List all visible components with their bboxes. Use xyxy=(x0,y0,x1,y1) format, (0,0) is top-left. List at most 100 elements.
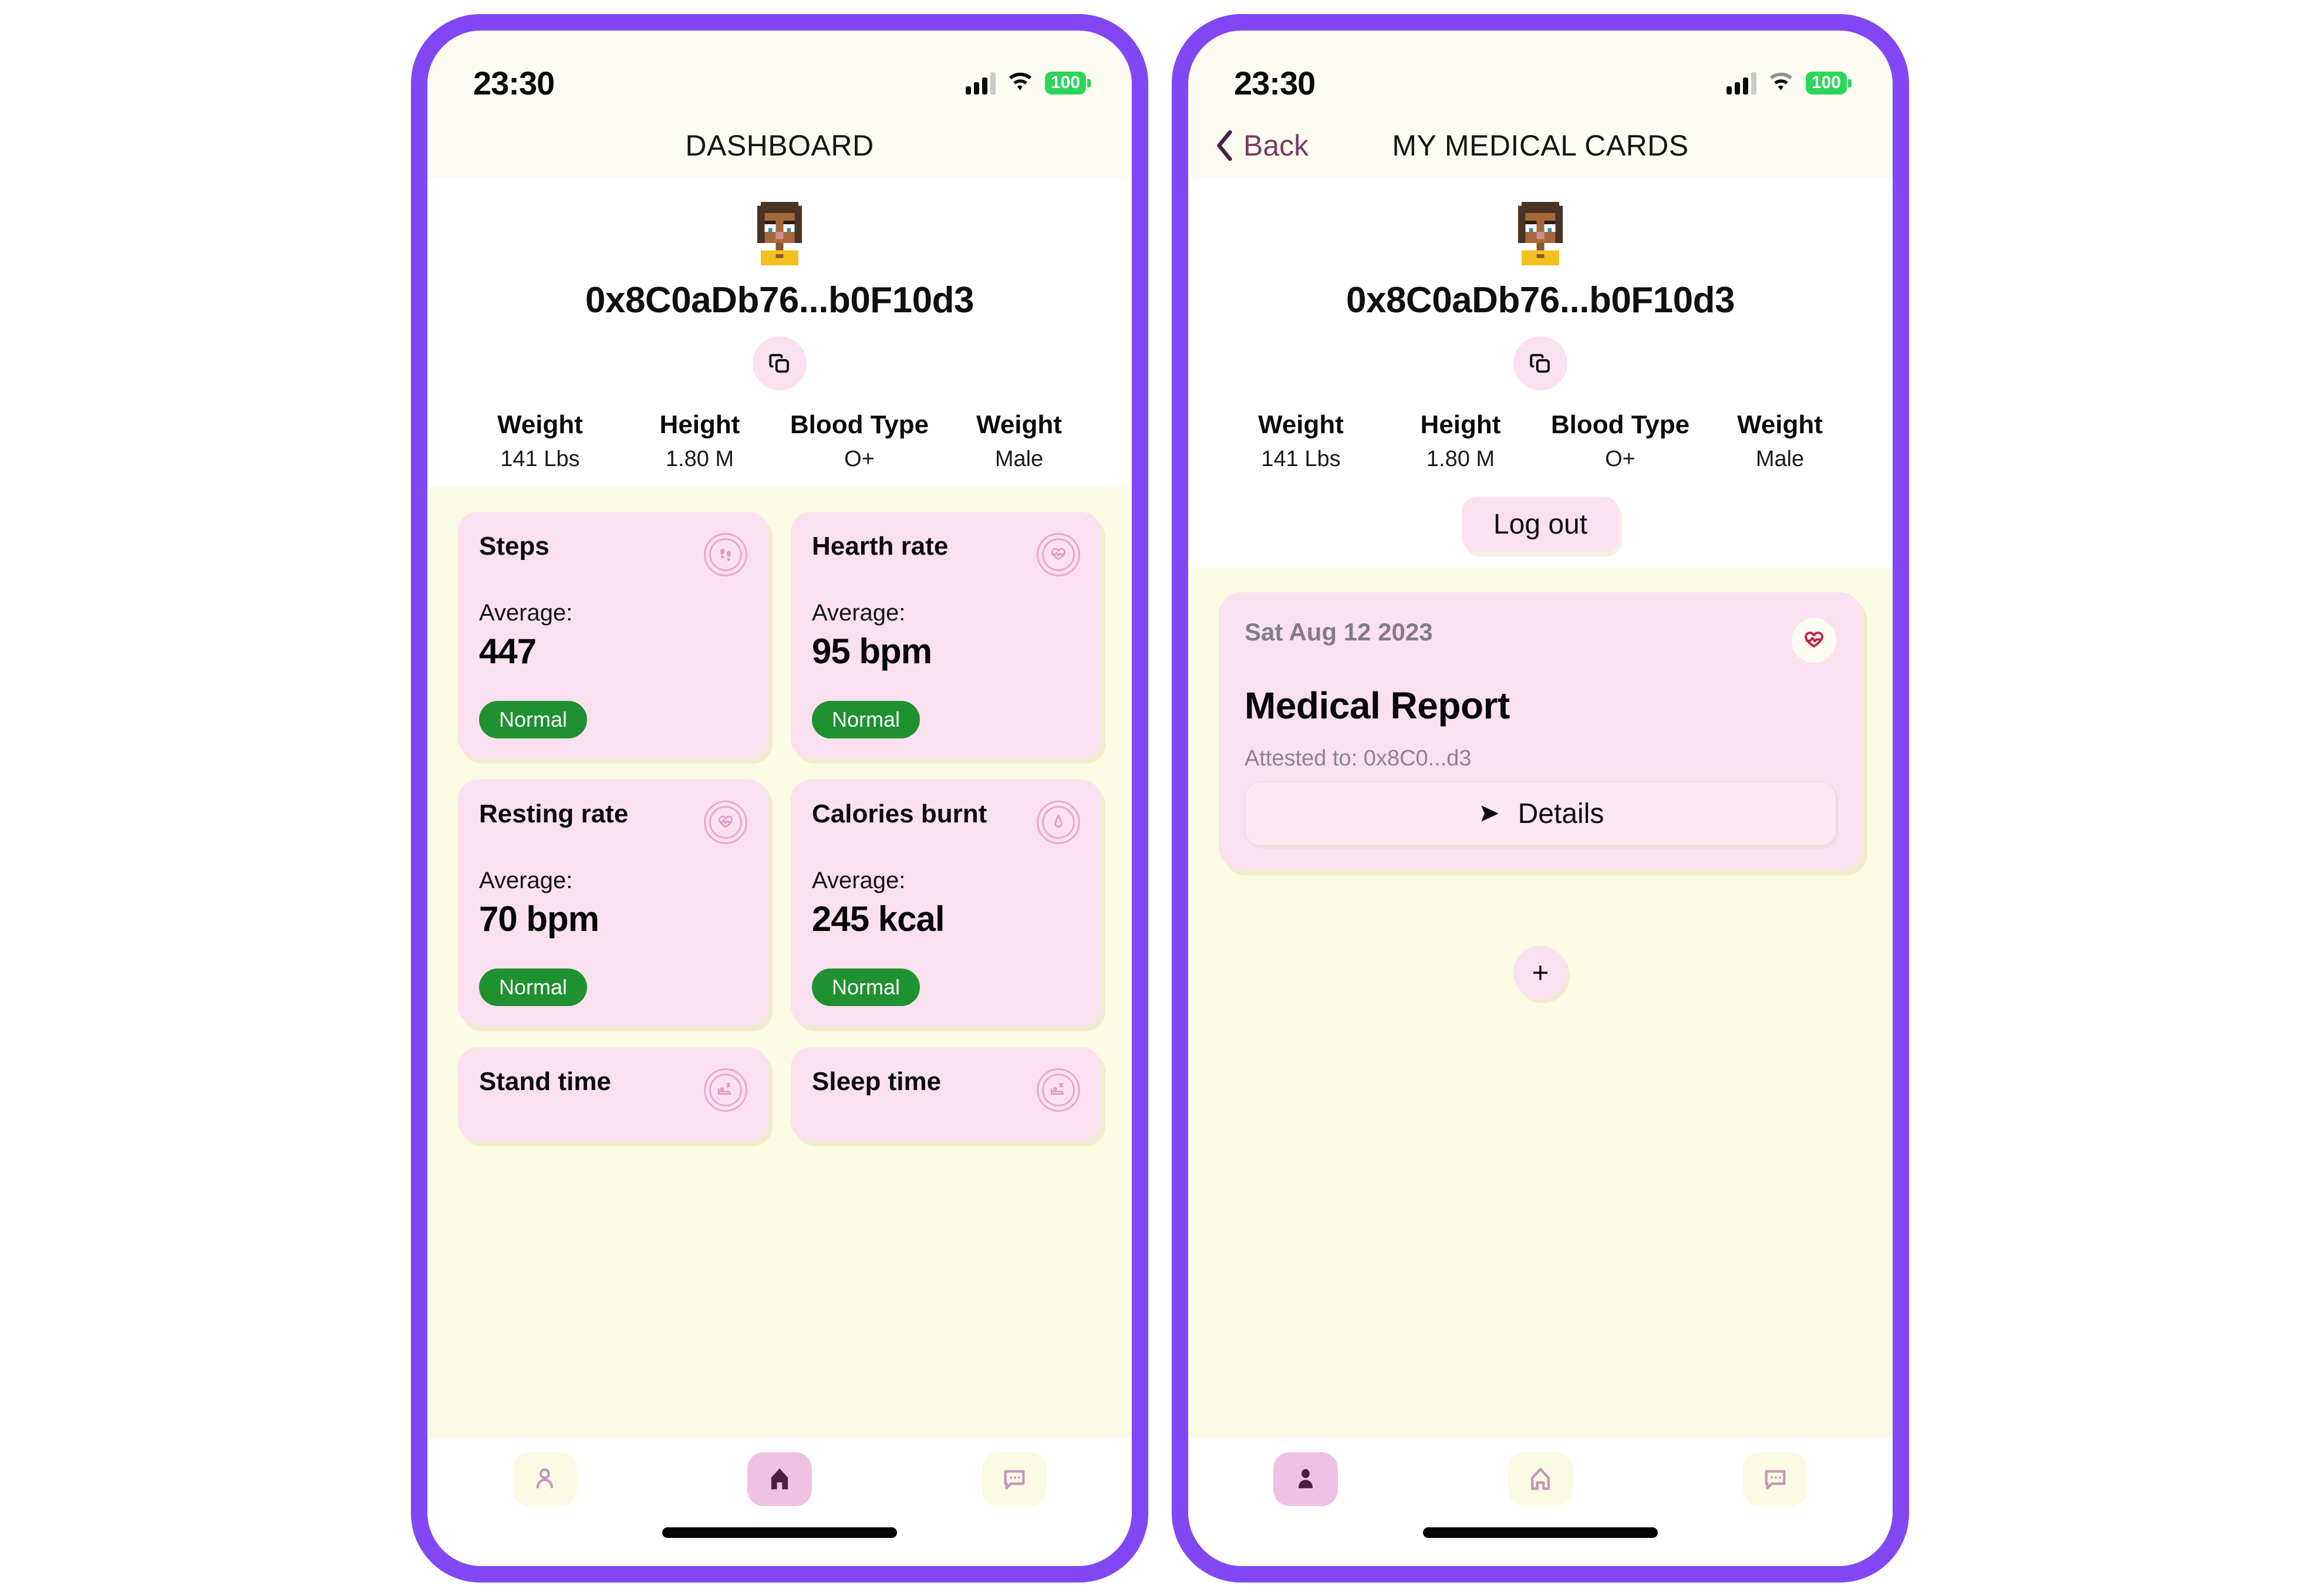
wifi-icon xyxy=(1007,72,1033,95)
metric-title: Sleep time xyxy=(812,1067,942,1096)
tab-home[interactable] xyxy=(747,1452,812,1506)
metric-header: Steps xyxy=(479,531,747,576)
metric-header: Calories burnt xyxy=(812,799,1080,844)
bottom-tab-bar xyxy=(427,1436,1132,1566)
bed-sleep-icon xyxy=(1037,1068,1080,1112)
battery-icon: 100 xyxy=(1044,72,1086,95)
profile-stats-row: Weight 141 Lbs Height 1.80 M Blood Type … xyxy=(427,410,1132,472)
metric-card-heart-rate[interactable]: Hearth rate Average: 95 bpm Normal xyxy=(791,511,1101,758)
metric-average-label: Average: xyxy=(479,867,573,893)
tab-chat[interactable] xyxy=(982,1452,1047,1506)
metric-header: Stand time xyxy=(479,1068,747,1112)
tab-chat[interactable] xyxy=(1743,1452,1808,1506)
heart-pulse-icon xyxy=(704,800,747,844)
status-badge: Normal xyxy=(812,700,920,738)
signal-bars-icon xyxy=(965,72,996,95)
metric-value: 245 kcal xyxy=(812,899,945,939)
stat-label: Height xyxy=(659,410,740,439)
stat-label: Height xyxy=(1420,410,1501,439)
back-button[interactable]: Back xyxy=(1215,129,1309,163)
wallet-address: 0x8C0aDb76...b0F10d3 xyxy=(1346,279,1735,320)
metric-average-label: Average: xyxy=(812,599,906,626)
metric-average-label: Average: xyxy=(479,599,573,626)
metrics-grid: Steps Average: 447 Normal Hearth rate Av… xyxy=(458,511,1101,1141)
footprints-glyph xyxy=(720,548,731,561)
page-title: DASHBOARD xyxy=(685,129,874,162)
copy-address-button[interactable] xyxy=(1513,336,1567,390)
add-card-button[interactable]: + xyxy=(1513,945,1567,1000)
wallet-address: 0x8C0aDb76...b0F10d3 xyxy=(585,279,974,320)
screenshot-stage: 23:30 100 DASHBOARD 0x8C0aDb76...b0F10d3… xyxy=(0,0,2320,1596)
dashboard-content: Steps Average: 447 Normal Hearth rate Av… xyxy=(427,487,1132,1437)
stat-value: Male xyxy=(1755,446,1805,471)
copy-icon xyxy=(769,353,789,373)
metric-title: Steps xyxy=(479,531,549,561)
status-badge: Normal xyxy=(479,968,588,1006)
medical-cards-content: Sat Aug 12 2023 Medical Report Attested … xyxy=(1188,567,1893,1437)
stat-value: 141 Lbs xyxy=(500,446,580,471)
metric-card-sleep-time[interactable]: Sleep time xyxy=(791,1047,1101,1141)
metric-value: 70 bpm xyxy=(479,899,599,939)
fab-row: + xyxy=(1219,945,1862,1000)
send-arrow-icon xyxy=(1481,805,1499,822)
tab-profile[interactable] xyxy=(1273,1452,1338,1506)
stat-label: Weight xyxy=(1258,410,1344,439)
logout-button[interactable]: Log out xyxy=(1461,496,1620,552)
logout-row: Log out xyxy=(1188,496,1893,552)
metric-header: Sleep time xyxy=(812,1068,1080,1112)
profile-section: 0x8C0aDb76...b0F10d3 Weight 141 Lbs Heig… xyxy=(1188,178,1893,568)
status-indicators: 100 xyxy=(965,72,1086,95)
metric-card-calories[interactable]: Calories burnt Average: 245 kcal Normal xyxy=(791,779,1101,1026)
stat-blood-type: Blood Type O+ xyxy=(1540,410,1700,472)
stat-label: Weight xyxy=(976,410,1062,439)
stat-value: 1.80 M xyxy=(665,446,734,471)
pixel-avatar-icon xyxy=(757,201,802,265)
bottom-tab-bar xyxy=(1188,1436,1893,1566)
status-bar: 23:30 100 xyxy=(427,30,1132,113)
report-attested-to: Attested to: 0x8C0...d3 xyxy=(1245,745,1472,771)
stat-label: Weight xyxy=(497,410,583,439)
tab-profile[interactable] xyxy=(512,1452,577,1506)
copy-icon xyxy=(1530,353,1550,373)
details-button[interactable]: Details xyxy=(1245,781,1836,846)
nav-header-dashboard: DASHBOARD xyxy=(427,112,1132,178)
bed-glyph xyxy=(717,1082,731,1095)
stat-value: 141 Lbs xyxy=(1261,446,1341,471)
status-time: 23:30 xyxy=(473,65,555,102)
chat-bubble-icon xyxy=(1765,1469,1786,1489)
home-indicator xyxy=(1423,1527,1658,1538)
footprints-icon xyxy=(704,532,747,576)
pixel-avatar-icon xyxy=(1518,201,1563,265)
stat-blood-type: Blood Type O+ xyxy=(780,410,939,472)
status-bar: 23:30 100 xyxy=(1188,30,1893,113)
home-indicator xyxy=(662,1527,897,1538)
medical-report-card[interactable]: Sat Aug 12 2023 Medical Report Attested … xyxy=(1219,592,1862,869)
profile-stats-row: Weight 141 Lbs Height 1.80 M Blood Type … xyxy=(1188,410,1893,472)
stat-label: Blood Type xyxy=(790,410,929,439)
metric-title: Resting rate xyxy=(479,799,629,828)
report-title: Medical Report xyxy=(1245,684,1510,727)
status-badge: Normal xyxy=(479,700,588,738)
tab-home[interactable] xyxy=(1508,1452,1573,1506)
stat-gender: Weight Male xyxy=(1700,410,1860,472)
profile-section: 0x8C0aDb76...b0F10d3 Weight 141 Lbs Heig… xyxy=(427,178,1132,487)
stat-weight: Weight 141 Lbs xyxy=(460,410,620,472)
stat-label: Blood Type xyxy=(1550,410,1690,439)
stat-height: Height 1.80 M xyxy=(620,410,780,472)
metric-card-stand-time[interactable]: Stand time xyxy=(458,1047,768,1141)
status-time: 23:30 xyxy=(1234,65,1316,102)
back-label: Back xyxy=(1243,129,1309,162)
metric-card-resting-rate[interactable]: Resting rate Average: 70 bpm Normal xyxy=(458,779,768,1026)
phone-dashboard: 23:30 100 DASHBOARD 0x8C0aDb76...b0F10d3… xyxy=(411,14,1148,1582)
metric-title: Stand time xyxy=(479,1067,611,1096)
heart-pulse-glyph xyxy=(1051,548,1065,560)
metric-title: Calories burnt xyxy=(812,799,987,828)
bed-sleep-icon xyxy=(704,1068,747,1112)
copy-address-button[interactable] xyxy=(753,336,807,390)
metric-value: 447 xyxy=(479,631,537,671)
details-label: Details xyxy=(1518,798,1604,829)
metric-card-steps[interactable]: Steps Average: 447 Normal xyxy=(458,511,768,758)
phone-medical-cards: 23:30 100 Back MY MEDICAL CARDS 0x8C0aDb… xyxy=(1172,14,1909,1582)
stat-label: Weight xyxy=(1737,410,1823,439)
person-icon xyxy=(537,1468,553,1488)
